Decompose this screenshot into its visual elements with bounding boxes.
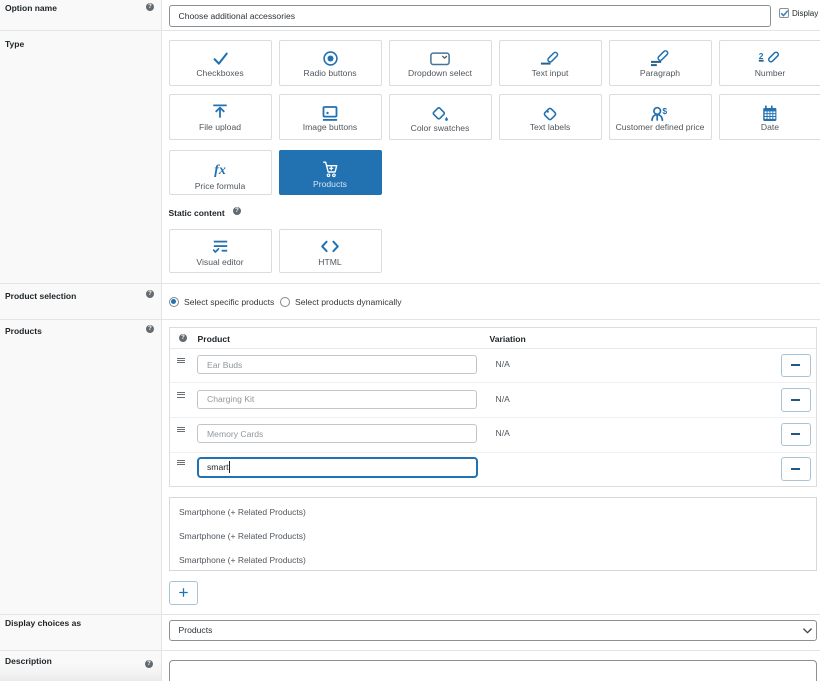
svg-text:2: 2 xyxy=(759,51,764,61)
svg-text:$: $ xyxy=(662,106,667,116)
